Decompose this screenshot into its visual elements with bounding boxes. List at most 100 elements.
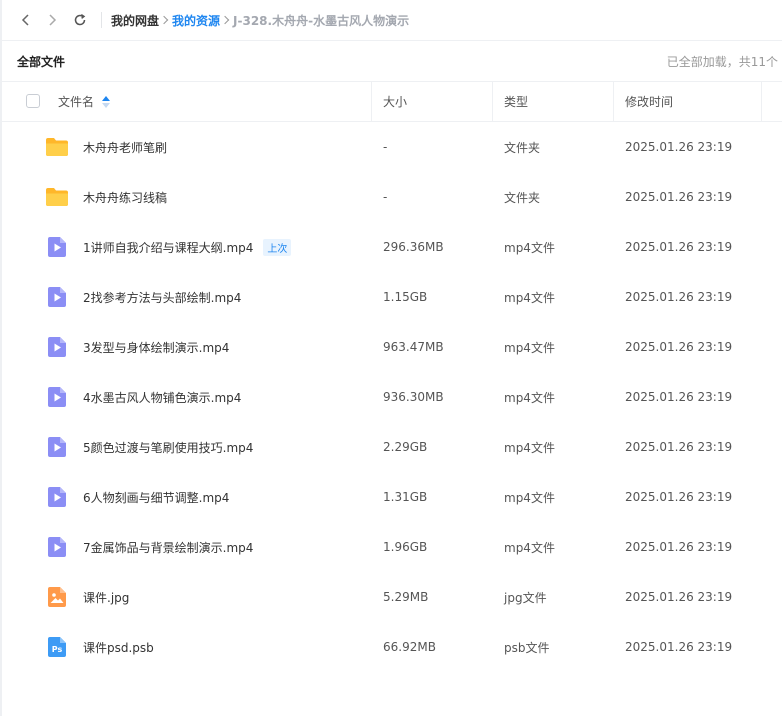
last-viewed-badge: 上次 xyxy=(263,238,292,256)
file-name-cell[interactable]: 课件psd.psb xyxy=(83,622,154,672)
file-name-cell[interactable]: 2找参考方法与头部绘制.mp4 xyxy=(83,272,241,322)
column-header-type-label: 类型 xyxy=(504,95,529,109)
file-size: - xyxy=(383,190,388,204)
column-header-name-label: 文件名 xyxy=(58,95,95,109)
refresh-icon xyxy=(74,13,86,26)
file-name[interactable]: 6人物刻画与细节调整.mp4 xyxy=(83,489,229,506)
folder-icon xyxy=(44,172,70,222)
file-type: mp4文件 xyxy=(504,490,555,505)
breadcrumb-item-current-folder: J-328.木舟舟-水墨古风人物演示 xyxy=(233,13,410,28)
file-type: mp4文件 xyxy=(504,540,555,555)
file-name[interactable]: 4水墨古风人物铺色演示.mp4 xyxy=(83,389,241,406)
column-header-modified[interactable]: 修改时间 xyxy=(625,82,673,121)
table-row[interactable]: 课件.jpg 5.29MB jpg文件 2025.01.26 23:19 xyxy=(2,572,782,622)
breadcrumb-item-my-resources[interactable]: 我的资源 xyxy=(172,12,220,29)
file-name[interactable]: 1讲师自我介绍与课程大纲.mp4 xyxy=(83,239,253,256)
top-navigation-bar: 我的网盘 我的资源 J-328.木舟舟-水墨古风人物演示 xyxy=(0,0,782,40)
file-size: 1.31GB xyxy=(383,490,428,504)
video-file-icon xyxy=(44,322,70,372)
breadcrumb-item-my-drive[interactable]: 我的网盘 xyxy=(111,12,159,29)
column-divider[interactable] xyxy=(761,82,762,121)
file-type: 文件夹 xyxy=(504,140,541,155)
breadcrumb: 我的网盘 我的资源 J-328.木舟舟-水墨古风人物演示 xyxy=(111,12,409,29)
file-modified-date: 2025.01.26 23:19 xyxy=(625,440,733,454)
file-name-cell[interactable]: 木舟舟老师笔刷 xyxy=(83,122,167,172)
table-row[interactable]: 3发型与身体绘制演示.mp4 963.47MB mp4文件 2025.01.26 23… xyxy=(2,322,782,372)
video-file-icon xyxy=(44,472,70,522)
file-modified-date: 2025.01.26 23:19 xyxy=(625,390,733,404)
file-type: mp4文件 xyxy=(504,240,555,255)
refresh-button[interactable] xyxy=(70,10,90,30)
nav-separator xyxy=(101,12,102,28)
file-name[interactable]: 5颜色过渡与笔刷使用技巧.mp4 xyxy=(83,439,253,456)
section-title: 全部文件 xyxy=(17,55,66,69)
file-name-cell[interactable]: 3发型与身体绘制演示.mp4 xyxy=(83,322,229,372)
select-all-checkbox[interactable] xyxy=(26,94,40,108)
file-modified-date: 2025.01.26 23:19 xyxy=(625,190,733,204)
sort-ascending-icon[interactable] xyxy=(102,95,111,108)
file-name-cell[interactable]: 课件.jpg xyxy=(83,572,129,622)
file-type: jpg文件 xyxy=(504,590,547,605)
file-modified-date: 2025.01.26 23:19 xyxy=(625,640,733,654)
video-file-icon xyxy=(44,522,70,572)
file-name-cell[interactable]: 1讲师自我介绍与课程大纲.mp4 上次 xyxy=(83,222,292,272)
file-name-cell[interactable]: 木舟舟练习线稿 xyxy=(83,172,167,222)
column-header-size-label: 大小 xyxy=(383,95,408,109)
file-name[interactable]: 课件.jpg xyxy=(83,589,129,606)
file-modified-date: 2025.01.26 23:19 xyxy=(625,290,733,304)
table-row[interactable]: 1讲师自我介绍与课程大纲.mp4 上次 296.36MB mp4文件 2025.01.2… xyxy=(2,222,782,272)
table-row[interactable]: Ps 课件psd.psb 66.92MB psb文件 2025.01.26 23:19 xyxy=(2,622,782,672)
column-header-size[interactable]: 大小 xyxy=(383,82,407,121)
file-name-cell[interactable]: 5颜色过渡与笔刷使用技巧.mp4 xyxy=(83,422,253,472)
file-modified-date: 2025.01.26 23:19 xyxy=(625,340,733,354)
breadcrumb-separator-icon xyxy=(159,15,169,25)
file-type: psb文件 xyxy=(504,640,550,655)
file-type: mp4文件 xyxy=(504,290,555,305)
file-modified-date: 2025.01.26 23:19 xyxy=(625,590,733,604)
file-size: 2.29GB xyxy=(383,440,428,454)
file-name-cell[interactable]: 4水墨古风人物铺色演示.mp4 xyxy=(83,372,241,422)
column-header-name[interactable]: 文件名 xyxy=(58,82,111,121)
file-name-cell[interactable]: 7金属饰品与背景绘制演示.mp4 xyxy=(83,522,253,572)
table-row[interactable]: 木舟舟练习线稿 - 文件夹 2025.01.26 23:19 xyxy=(2,172,782,222)
file-size: 296.36MB xyxy=(383,240,444,254)
column-divider[interactable] xyxy=(492,82,493,121)
column-divider[interactable] xyxy=(371,82,372,121)
forward-button[interactable] xyxy=(42,10,62,30)
file-size: 1.96GB xyxy=(383,540,428,554)
file-name[interactable]: 3发型与身体绘制演示.mp4 xyxy=(83,339,229,356)
file-name[interactable]: 7金属饰品与背景绘制演示.mp4 xyxy=(83,539,253,556)
file-name[interactable]: 2找参考方法与头部绘制.mp4 xyxy=(83,289,241,306)
table-row[interactable]: 7金属饰品与背景绘制演示.mp4 1.96GB mp4文件 2025.01.26 23… xyxy=(2,522,782,572)
file-size: 66.92MB xyxy=(383,640,436,654)
column-divider[interactable] xyxy=(613,82,614,121)
table-row[interactable]: 2找参考方法与头部绘制.mp4 1.15GB mp4文件 2025.01.26 23:… xyxy=(2,272,782,322)
file-modified-date: 2025.01.26 23:19 xyxy=(625,240,733,254)
file-table-header: 文件名 大小 类型 修改时间 xyxy=(2,81,782,122)
column-header-type[interactable]: 类型 xyxy=(504,82,528,121)
table-row[interactable]: 4水墨古风人物铺色演示.mp4 936.30MB mp4文件 2025.01.26 2… xyxy=(2,372,782,422)
file-size: 1.15GB xyxy=(383,290,428,304)
file-size: 963.47MB xyxy=(383,340,444,354)
file-name[interactable]: 木舟舟练习线稿 xyxy=(83,189,167,206)
file-modified-date: 2025.01.26 23:19 xyxy=(625,140,733,154)
video-file-icon xyxy=(44,222,70,272)
table-row[interactable]: 木舟舟老师笔刷 - 文件夹 2025.01.26 23:19 xyxy=(2,122,782,172)
photoshop-file-icon: Ps xyxy=(44,622,70,672)
file-name[interactable]: 木舟舟老师笔刷 xyxy=(83,139,167,156)
file-name[interactable]: 课件psd.psb xyxy=(83,639,154,656)
file-name-cell[interactable]: 6人物刻画与细节调整.mp4 xyxy=(83,472,229,522)
file-type: mp4文件 xyxy=(504,340,555,355)
file-size: - xyxy=(383,140,388,154)
file-list: 木舟舟老师笔刷 - 文件夹 2025.01.26 23:19 木舟舟练习线稿 - 文件夹 20… xyxy=(2,122,782,672)
image-file-icon xyxy=(44,572,70,622)
file-modified-date: 2025.01.26 23:19 xyxy=(625,540,733,554)
video-file-icon xyxy=(44,372,70,422)
file-type: mp4文件 xyxy=(504,390,555,405)
table-row[interactable]: 6人物刻画与细节调整.mp4 1.31GB mp4文件 2025.01.26 23:1… xyxy=(2,472,782,522)
back-button[interactable] xyxy=(16,10,36,30)
column-header-modified-label: 修改时间 xyxy=(625,95,674,109)
table-row[interactable]: 5颜色过渡与笔刷使用技巧.mp4 2.29GB mp4文件 2025.01.26 23… xyxy=(2,422,782,472)
file-modified-date: 2025.01.26 23:19 xyxy=(625,490,733,504)
chevron-left-icon xyxy=(21,14,29,26)
